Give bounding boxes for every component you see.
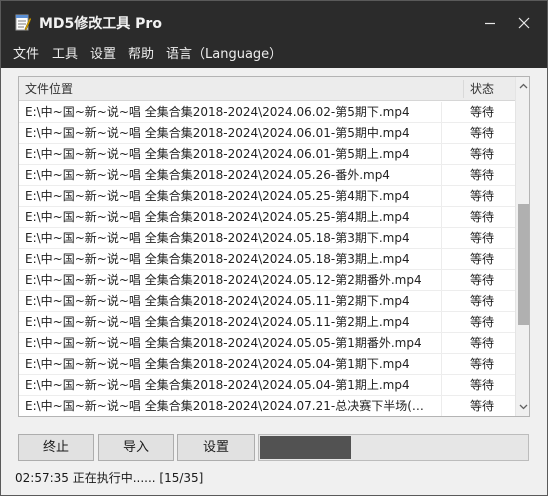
list-header: 文件位置 状态 [19,77,515,101]
status-cell: 等待 [470,273,495,287]
cell-divider [441,333,442,353]
file-path-cell: E:\中~国~新~说~唱 全集合集2018-2024\2024.05.18-第3… [25,252,410,266]
stop-button[interactable]: 终止 [18,434,94,461]
column-header-status[interactable]: 状态 [470,77,494,101]
list-item[interactable]: E:\中~国~新~说~唱 全集合集2018-2024\2024.06.01-第5… [19,144,515,165]
list-item[interactable]: E:\中~国~新~说~唱 全集合集2018-2024\2024.05.26-番外… [19,165,515,186]
list-item[interactable]: E:\中~国~新~说~唱 全集合集2018-2024\2024.06.01-第5… [19,123,515,144]
cell-divider [441,102,442,122]
cell-divider [441,312,442,332]
column-header-path[interactable]: 文件位置 [25,77,73,101]
file-path-cell: E:\中~国~新~说~唱 全集合集2018-2024\2024.06.01-第5… [25,147,410,161]
menu-file[interactable]: 文件 [13,45,39,65]
cell-divider [441,396,442,416]
column-divider[interactable] [463,80,464,98]
status-cell: 等待 [470,189,495,203]
list-item[interactable]: E:\中~国~新~说~唱 全集合集2018-2024\2024.05.25-第4… [19,186,515,207]
cell-divider [441,291,442,311]
menu-bar: 文件 工具 设置 帮助 语言（Language） [1,44,547,66]
list-item[interactable]: E:\中~国~新~说~唱 全集合集2018-2024\2024.07.21-总决… [19,396,515,416]
cell-divider [441,354,442,374]
cell-divider [441,144,442,164]
notepad-icon [15,13,32,31]
scroll-up-icon [519,83,528,89]
menu-language[interactable]: 语言（Language） [166,45,282,65]
file-path-cell: E:\中~国~新~说~唱 全集合集2018-2024\2024.05.04-第1… [25,378,410,392]
list-item[interactable]: E:\中~国~新~说~唱 全集合集2018-2024\2024.06.02-第5… [19,102,515,123]
status-cell: 等待 [470,315,495,329]
settings-button[interactable]: 设置 [177,434,255,461]
file-path-cell: E:\中~国~新~说~唱 全集合集2018-2024\2024.05.25-第4… [25,189,410,203]
cell-divider [441,186,442,206]
file-path-cell: E:\中~国~新~说~唱 全集合集2018-2024\2024.06.01-第5… [25,126,410,140]
menu-settings[interactable]: 设置 [90,45,116,65]
file-path-cell: E:\中~国~新~说~唱 全集合集2018-2024\2024.05.26-番外… [25,168,390,182]
file-path-cell: E:\中~国~新~说~唱 全集合集2018-2024\2024.07.21-总决… [25,399,435,413]
progress-bar [258,434,529,461]
file-path-cell: E:\中~国~新~说~唱 全集合集2018-2024\2024.06.02-第5… [25,105,410,119]
status-cell: 等待 [470,399,495,413]
file-path-cell: E:\中~国~新~说~唱 全集合集2018-2024\2024.05.18-第3… [25,231,410,245]
close-button[interactable] [501,1,547,45]
status-cell: 等待 [470,252,495,266]
file-path-cell: E:\中~国~新~说~唱 全集合集2018-2024\2024.05.25-第4… [25,210,410,224]
status-line: 02:57:35 正在执行中...... [15/35] [15,471,204,485]
cell-divider [441,375,442,395]
scroll-down-icon [519,404,528,410]
menu-help[interactable]: 帮助 [128,45,154,65]
list-item[interactable]: E:\中~国~新~说~唱 全集合集2018-2024\2024.05.11-第2… [19,312,515,333]
cell-divider [441,165,442,185]
file-list[interactable]: 文件位置 状态 E:\中~国~新~说~唱 全集合集2018-2024\2024.… [18,76,530,417]
minimize-icon [485,22,495,25]
status-cell: 等待 [470,105,495,119]
cell-divider [441,123,442,143]
import-button[interactable]: 导入 [98,434,174,461]
file-path-cell: E:\中~国~新~说~唱 全集合集2018-2024\2024.05.11-第2… [25,315,410,329]
file-path-cell: E:\中~国~新~说~唱 全集合集2018-2024\2024.05.05-第1… [25,336,422,350]
list-item[interactable]: E:\中~国~新~说~唱 全集合集2018-2024\2024.05.04-第1… [19,354,515,375]
file-path-cell: E:\中~国~新~说~唱 全集合集2018-2024\2024.05.11-第2… [25,294,410,308]
list-item[interactable]: E:\中~国~新~说~唱 全集合集2018-2024\2024.05.11-第2… [19,291,515,312]
progress-fill [260,436,351,459]
list-item[interactable]: E:\中~国~新~说~唱 全集合集2018-2024\2024.05.18-第3… [19,228,515,249]
status-cell: 等待 [470,357,495,371]
list-item[interactable]: E:\中~国~新~说~唱 全集合集2018-2024\2024.05.25-第4… [19,207,515,228]
status-cell: 等待 [470,168,495,182]
vertical-scrollbar[interactable] [515,77,529,416]
cell-divider [441,207,442,227]
status-cell: 等待 [470,231,495,245]
list-rows: E:\中~国~新~说~唱 全集合集2018-2024\2024.06.02-第5… [19,102,515,416]
scroll-thumb[interactable] [518,204,529,325]
list-item[interactable]: E:\中~国~新~说~唱 全集合集2018-2024\2024.05.12-第2… [19,270,515,291]
list-item[interactable]: E:\中~国~新~说~唱 全集合集2018-2024\2024.05.04-第1… [19,375,515,396]
status-cell: 等待 [470,294,495,308]
status-cell: 等待 [470,126,495,140]
status-cell: 等待 [470,378,495,392]
scroll-up-button[interactable] [516,78,529,94]
title-bar: MD5修改工具 Pro 文件 工具 设置 帮助 语言（Language） [1,1,547,68]
menu-tools[interactable]: 工具 [52,45,78,65]
close-icon [518,17,530,29]
cell-divider [441,228,442,248]
status-cell: 等待 [470,210,495,224]
scroll-down-button[interactable] [516,399,529,415]
list-item[interactable]: E:\中~国~新~说~唱 全集合集2018-2024\2024.05.05-第1… [19,333,515,354]
list-item[interactable]: E:\中~国~新~说~唱 全集合集2018-2024\2024.05.18-第3… [19,249,515,270]
file-path-cell: E:\中~国~新~说~唱 全集合集2018-2024\2024.05.04-第1… [25,357,410,371]
cell-divider [441,249,442,269]
window-title: MD5修改工具 Pro [39,16,162,32]
cell-divider [441,270,442,290]
status-cell: 等待 [470,147,495,161]
status-cell: 等待 [470,336,495,350]
file-path-cell: E:\中~国~新~说~唱 全集合集2018-2024\2024.05.12-第2… [25,273,422,287]
app-window: MD5修改工具 Pro 文件 工具 设置 帮助 语言（Language） 文件位… [0,0,548,496]
